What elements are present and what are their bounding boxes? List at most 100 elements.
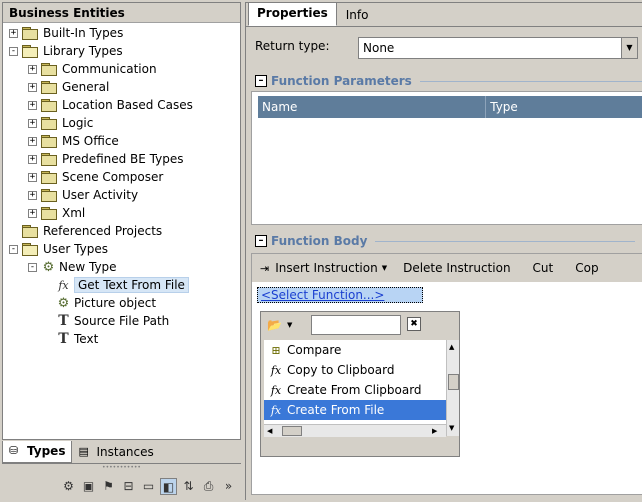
expand-icon[interactable]: + [9, 28, 18, 38]
cut-button[interactable]: Cut [519, 261, 568, 275]
tree-item-label: Built-In Types [43, 26, 124, 40]
collapse-icon[interactable]: – [255, 235, 267, 247]
function-list-item[interactable]: fx Copy to Clipboard [264, 360, 446, 380]
tree-item-label: Logic [62, 116, 94, 130]
chevron-down-icon[interactable]: ▼ [621, 38, 637, 58]
entity-icon: ⚙ [57, 295, 70, 311]
tree-item-label: General [62, 80, 110, 94]
chevron-down-icon[interactable]: ▼ [287, 321, 292, 329]
expand-icon[interactable]: + [28, 82, 37, 92]
tree-item[interactable]: T Source File Path [47, 312, 169, 330]
tree-item[interactable]: + Xml [28, 204, 85, 222]
horizontal-scrollbar[interactable]: ◀ ▶ [264, 424, 446, 437]
tree-item[interactable]: - User Types [9, 240, 108, 258]
expand-icon[interactable]: + [28, 64, 37, 74]
tree-item[interactable]: T Text [47, 330, 98, 348]
tree-item-label: User Types [43, 242, 108, 256]
documents-icon[interactable]: ▣ [80, 478, 97, 495]
tree-item[interactable]: + Scene Composer [28, 168, 163, 186]
collapse-icon[interactable]: - [9, 244, 18, 254]
scroll-left-icon[interactable]: ◀ [267, 427, 272, 435]
entity-icon[interactable]: ⚙ [60, 478, 77, 495]
tree-item[interactable]: fx Get Text From File [47, 276, 189, 294]
tab-instances[interactable]: ▤ Instances [72, 441, 159, 463]
expand-icon[interactable]: + [28, 100, 37, 110]
scroll-up-icon[interactable]: ▲ [449, 343, 454, 351]
tree-item[interactable]: + Predefined BE Types [28, 150, 184, 168]
folder-icon [41, 153, 57, 166]
bottom-toolbar: ⚙ ▣ ⚑ ⊟ ▭ ◧ ⇅ ⎙» [2, 472, 241, 500]
expand-icon[interactable]: + [28, 154, 37, 164]
transfer-icon[interactable]: ⇅ [180, 478, 197, 495]
select-function-link[interactable]: <Select Function...> [257, 287, 423, 303]
function-picker-popup: 📂 ▼ ✖ ⊞ Compare fx Copy to Clipboard fx Creat… [260, 311, 460, 457]
chevron-down-icon: ▼ [381, 264, 388, 272]
function-list-item[interactable]: ⊞ Compare [264, 340, 446, 360]
tree-item[interactable]: + Location Based Cases [28, 96, 193, 114]
expand-icon[interactable]: + [28, 190, 37, 200]
vertical-scrollbar[interactable]: ▲ ▼ [446, 340, 459, 436]
expand-icon[interactable]: + [28, 208, 37, 218]
folder-icon [41, 207, 57, 220]
tree-item[interactable]: + General [28, 78, 109, 96]
clear-filter-icon[interactable]: ✖ [407, 317, 421, 331]
expand-icon[interactable]: + [28, 172, 37, 182]
left-tab-bar: ⛁ Types ▤ Instances [2, 439, 241, 463]
folder-icon [41, 189, 57, 202]
tree-item-label: Predefined BE Types [62, 152, 184, 166]
flag-icon[interactable]: ⚑ [100, 478, 117, 495]
tree-item[interactable]: - Library Types [9, 42, 123, 60]
tree-item[interactable]: + MS Office [28, 132, 119, 150]
copy-button[interactable]: Cop [567, 261, 606, 275]
scroll-right-icon[interactable]: ▶ [432, 427, 437, 435]
tab-info[interactable]: Info [337, 4, 378, 26]
splitter-handle[interactable]: ••••••••••• [2, 465, 241, 471]
tree-item[interactable]: - ⚙ New Type [28, 258, 117, 276]
column-name[interactable]: Name [258, 96, 487, 118]
tree-item[interactable]: Referenced Projects [9, 222, 162, 240]
tree-item[interactable]: ⚙ Picture object [47, 294, 156, 312]
tab-types[interactable]: ⛁ Types [2, 440, 73, 463]
return-type-value: None [363, 41, 395, 55]
function-list-item[interactable]: fx Create From File [264, 400, 446, 420]
tree-item[interactable]: + Logic [28, 114, 93, 132]
monitor-icon[interactable]: ▭ [140, 478, 157, 495]
function-icon: fx [270, 403, 282, 417]
function-icon: fx [270, 363, 282, 377]
tree-item-label: Text [74, 332, 99, 346]
tree-item-label: New Type [59, 260, 117, 274]
tree-item[interactable]: + Communication [28, 60, 157, 78]
return-type-select[interactable]: None ▼ [358, 37, 638, 59]
folder-icon [41, 117, 57, 130]
function-list-item[interactable]: fx Create From Clipboard [264, 380, 446, 400]
function-search-input[interactable] [311, 315, 401, 335]
function-parameters-title: Function Parameters [271, 74, 412, 88]
collapse-icon[interactable]: - [28, 262, 37, 272]
printer-icon[interactable]: ⎙ [200, 478, 217, 495]
tab-instances-label: Instances [96, 444, 154, 459]
tree-item[interactable]: + Built-In Types [9, 24, 123, 42]
column-type[interactable]: Type [486, 96, 642, 118]
tray-icon[interactable]: ⊟ [120, 478, 137, 495]
tab-properties[interactable]: Properties [248, 2, 337, 26]
folder-open-icon[interactable]: 📂 [267, 318, 282, 332]
insert-instruction-button[interactable]: ⇥ Insert Instruction ▼ [252, 261, 395, 275]
expand-icon[interactable]: + [28, 118, 37, 128]
tree-item[interactable]: + User Activity [28, 186, 138, 204]
collapse-icon[interactable]: - [9, 46, 18, 56]
compare-icon: ⊞ [271, 343, 281, 357]
expand-icon[interactable]: + [28, 136, 37, 146]
function-list-item-label: Copy to Clipboard [287, 363, 395, 377]
scroll-thumb[interactable] [282, 426, 302, 436]
box-icon[interactable]: ◧ [160, 477, 177, 495]
function-parameters-header: – Function Parameters [255, 73, 642, 89]
types-icon: ⛁ [9, 444, 19, 457]
scroll-thumb[interactable] [448, 374, 459, 390]
tree-item-label: Library Types [43, 44, 123, 58]
more-icon[interactable]: » [220, 478, 237, 495]
tree-item-label: Location Based Cases [62, 98, 193, 112]
delete-instruction-button[interactable]: Delete Instruction [395, 261, 518, 275]
collapse-icon[interactable]: – [255, 75, 267, 87]
tab-types-label: Types [27, 444, 66, 458]
scroll-down-icon[interactable]: ▼ [449, 424, 454, 432]
